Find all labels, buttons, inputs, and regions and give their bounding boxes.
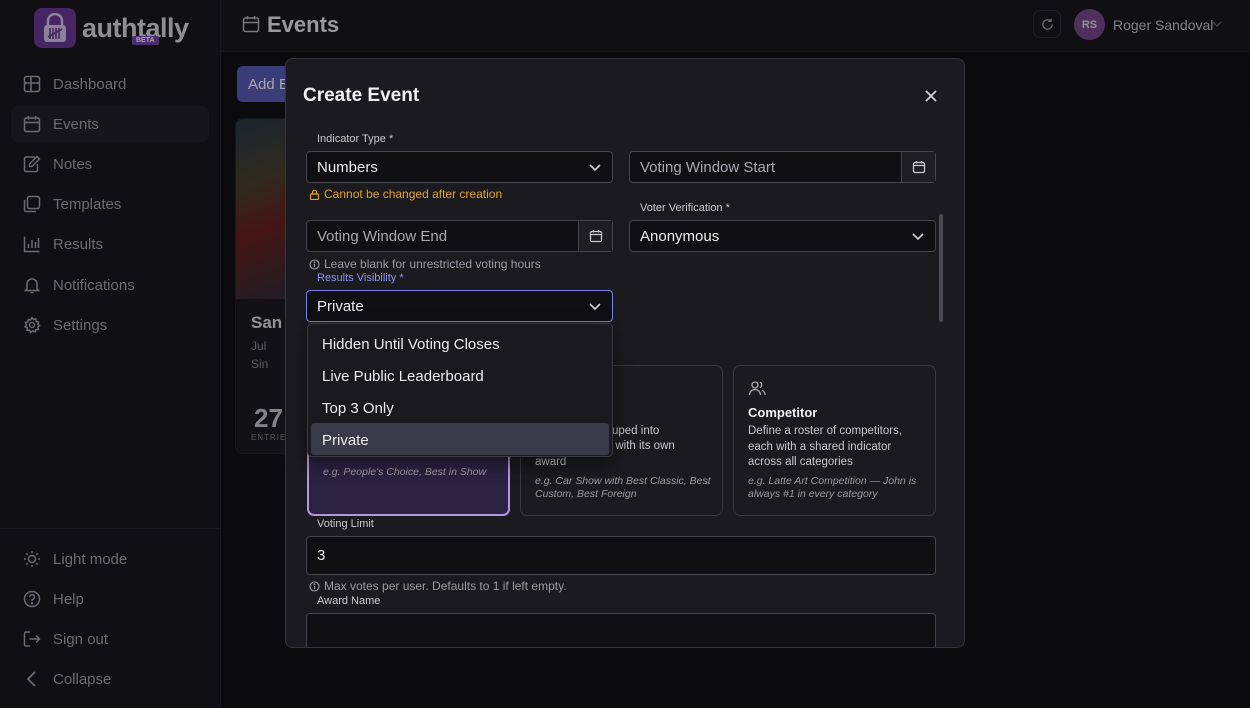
chevron-down-icon: [589, 164, 601, 172]
event-type-desc: Define a roster of competitors, each wit…: [748, 425, 903, 468]
results-visibility-select[interactable]: Private: [306, 290, 613, 322]
info-icon: [309, 580, 320, 592]
voter-verification-value: Anonymous: [640, 228, 720, 245]
voting-limit-hint: Max votes per user. Defaults to 1 if lef…: [309, 579, 567, 593]
calendar-icon: [912, 161, 925, 174]
voting-limit-value: 3: [317, 547, 326, 564]
indicator-type-value: Numbers: [317, 159, 378, 176]
voting-window-end-placeholder: Voting Window End: [317, 228, 448, 245]
event-type-example: e.g. People's Choice, Best in Show: [323, 466, 487, 478]
lock-icon: [309, 189, 320, 200]
results-visibility-value: Private: [317, 298, 364, 315]
voter-verification-select[interactable]: Anonymous: [629, 220, 936, 252]
date-picker-button[interactable]: [901, 152, 935, 182]
voting-limit-input[interactable]: 3: [306, 536, 936, 575]
event-type-card-competitor[interactable]: Competitor Define a roster of competitor…: [733, 365, 936, 516]
voting-window-start-placeholder: Voting Window Start: [640, 159, 776, 176]
voting-window-start-input[interactable]: Voting Window Start: [629, 151, 936, 183]
results-visibility-dropdown: Hidden Until Voting Closes Live Public L…: [307, 323, 613, 457]
voter-verification-label: Voter Verification *: [640, 202, 730, 214]
chevron-down-icon: [912, 233, 924, 241]
modal-title: Create Event: [303, 85, 420, 106]
event-type-desc: ch with its own: [600, 440, 675, 452]
event-type-title: Competitor: [748, 405, 818, 420]
dropdown-option[interactable]: Hidden Until Voting Closes: [311, 327, 609, 359]
event-type-example: e.g. Latte Art Competition — John is alw…: [748, 475, 917, 500]
calendar-icon: [589, 230, 602, 243]
results-visibility-label: Results Visibility *: [317, 272, 404, 284]
voting-window-end-hint: Leave blank for unrestricted voting hour…: [309, 257, 541, 271]
scrollbar[interactable]: [939, 214, 943, 322]
indicator-type-select[interactable]: Numbers: [306, 151, 613, 183]
dropdown-option-selected[interactable]: Private: [311, 423, 609, 455]
indicator-type-label: Indicator Type *: [317, 133, 394, 145]
indicator-type-hint: Cannot be changed after creation: [309, 187, 502, 201]
close-icon[interactable]: [922, 87, 940, 105]
voting-limit-label: Voting Limit: [317, 518, 374, 530]
event-type-desc: uped into: [612, 425, 660, 437]
chevron-down-icon: [589, 303, 601, 311]
voting-window-end-input[interactable]: Voting Window End: [306, 220, 613, 252]
info-icon: [309, 258, 320, 270]
event-type-desc: award: [535, 456, 567, 468]
date-picker-button[interactable]: [578, 221, 612, 251]
users-icon: [748, 381, 766, 396]
dropdown-option[interactable]: Live Public Leaderboard: [311, 359, 609, 391]
award-name-label: Award Name: [317, 595, 381, 607]
dropdown-option[interactable]: Top 3 Only: [311, 391, 609, 423]
award-name-input[interactable]: [306, 613, 936, 647]
event-type-example: e.g. Car Show with Best Classic, Best Cu…: [535, 475, 711, 500]
